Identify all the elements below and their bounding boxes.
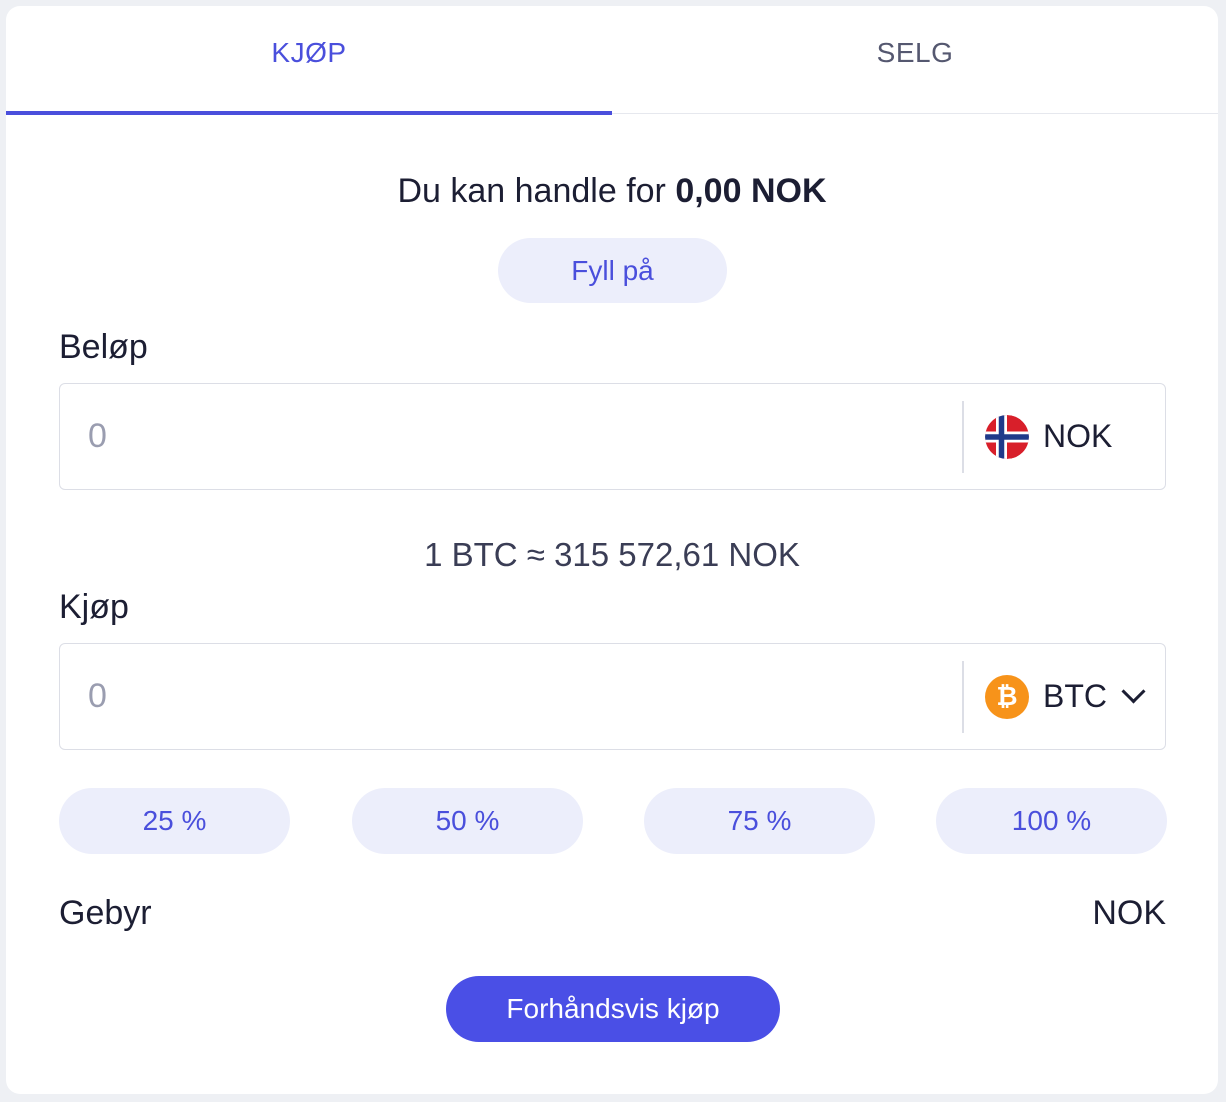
buy-input[interactable]: 0 ₿ BTC [59,643,1166,750]
exchange-rate: 1 BTC ≈ 315 572,61 NOK [424,536,800,573]
fee-label: Gebyr [59,894,152,932]
available-balance-prefix: Du kan handle for [397,172,666,210]
buy-input-value[interactable]: 0 [88,644,107,749]
available-balance-amount: 0,00 NOK [675,172,827,210]
amount-currency-code: NOK [1043,418,1113,454]
divider [962,661,964,733]
preview-buy-button[interactable]: Forhåndsvis kjøp [446,976,780,1042]
tab-buy[interactable]: KJØP [6,6,612,115]
crypto-select[interactable]: ₿ BTC [985,644,1146,749]
crypto-select-code: BTC [1043,678,1107,714]
percent-50-button[interactable]: 50 % [352,788,583,854]
amount-currency: NOK [985,384,1112,489]
percent-25-button[interactable]: 25 % [59,788,290,854]
percent-100-button[interactable]: 100 % [936,788,1167,854]
norway-flag-icon [985,414,1029,459]
tab-sell[interactable]: SELG [612,6,1218,113]
top-up-button[interactable]: Fyll på [498,238,727,303]
chevron-down-icon [1121,679,1146,704]
amount-label: Beløp [59,328,148,366]
percent-buttons: 25 % 50 % 75 % 100 % [59,788,1168,854]
fee-value: NOK [1092,894,1166,932]
buy-label: Kjøp [59,588,129,626]
divider [962,401,964,473]
percent-75-button[interactable]: 75 % [644,788,875,854]
trade-card: KJØP SELG Du kan handle for 0,00 NOK Fyl… [6,6,1218,1094]
bitcoin-icon: ₿ [985,674,1029,719]
amount-input[interactable]: 0 NOK [59,383,1166,490]
available-balance: Du kan handle for 0,00 NOK [6,172,1218,211]
amount-input-value[interactable]: 0 [88,384,107,489]
tab-bar: KJØP SELG [6,6,1218,115]
